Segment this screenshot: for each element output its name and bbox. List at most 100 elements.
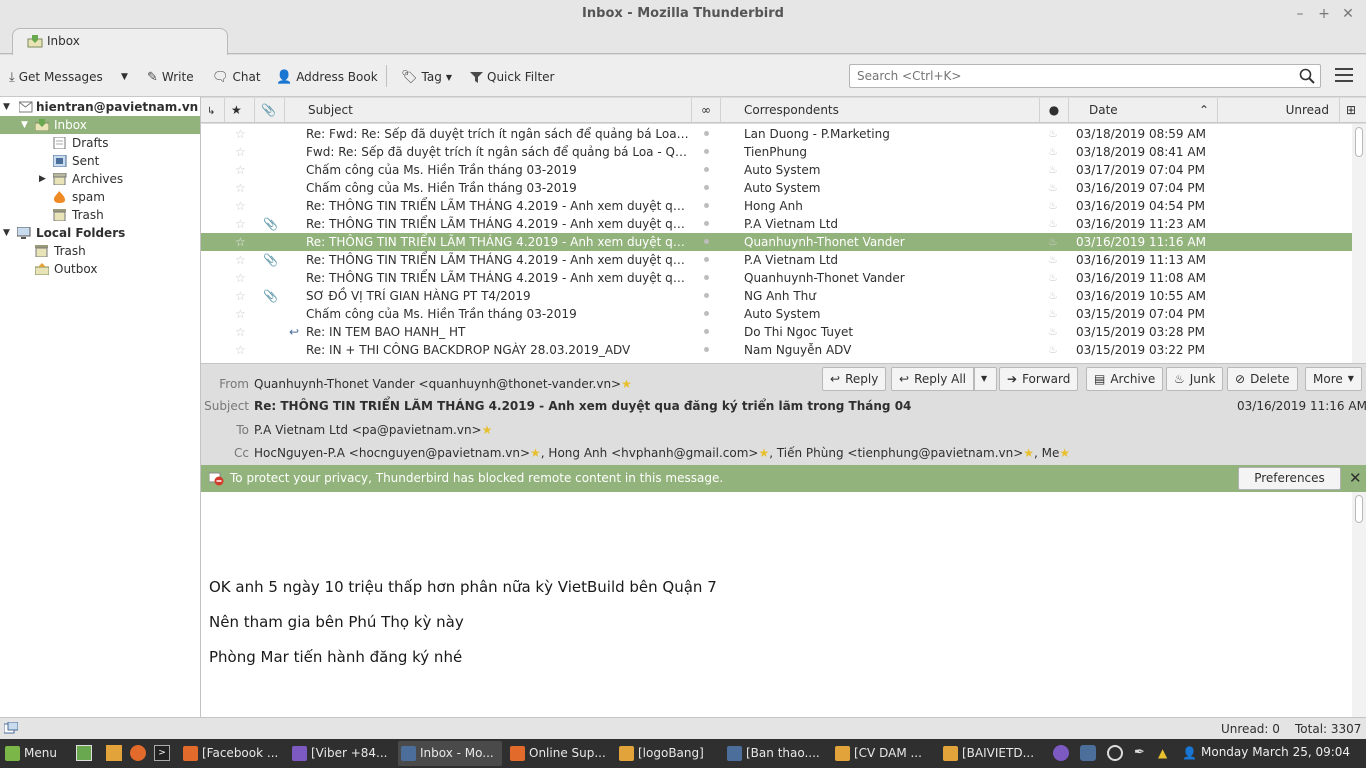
archive-button[interactable]: ▤ Archive (1086, 367, 1164, 391)
read-status-icon[interactable] (704, 275, 709, 280)
folder-drafts[interactable]: Drafts (0, 134, 200, 152)
shield-icon[interactable] (1080, 745, 1096, 761)
table-row[interactable]: ☆ Re: THÔNG TIN TRIỂN LÃM THÁNG 4.2019 - … (201, 197, 1352, 215)
chat-button[interactable]: 🗨 Chat (212, 68, 261, 86)
folder-local-trash[interactable]: Trash (0, 242, 200, 260)
junk-status-icon[interactable]: ♨ (1048, 179, 1058, 197)
reply-all-dropdown[interactable]: ▼ (974, 367, 997, 391)
from-value[interactable]: Quanhuynh-Thonet Vander <quanhuynh@thone… (254, 377, 632, 391)
terminal-icon[interactable]: > (154, 745, 170, 761)
star-icon[interactable]: ☆ (235, 323, 246, 341)
junk-button[interactable]: ♨ Junk (1166, 367, 1224, 391)
taskbar-window-button[interactable]: Online Sup... (507, 741, 611, 766)
maximize-icon[interactable]: + (1314, 4, 1334, 24)
folder-archives[interactable]: ▶ Archives (0, 170, 200, 188)
table-row[interactable]: ☆ Re: IN + THI CÔNG BACKDROP NGÀY 28.03.2… (201, 341, 1352, 359)
get-messages-button[interactable]: ⤓ Get Messages (9, 68, 103, 86)
search-input[interactable] (857, 65, 1277, 87)
table-row[interactable]: ☆ 📎 SƠ ĐỒ VỊ TRÍ GIAN HÀNG PT T4/2019 NG An… (201, 287, 1352, 305)
read-status-icon[interactable] (704, 221, 709, 226)
reply-button[interactable]: ↩ Reply (822, 367, 887, 391)
expand-icon[interactable]: ▼ (3, 224, 13, 242)
address-book-button[interactable]: 👤 Address Book (276, 68, 378, 86)
junk-status-icon[interactable]: ♨ (1048, 305, 1058, 323)
reply-all-button[interactable]: ↩ Reply All (891, 367, 974, 391)
star-icon[interactable]: ☆ (235, 233, 246, 251)
files-icon[interactable] (106, 745, 122, 761)
junk-status-icon[interactable]: ♨ (1048, 251, 1058, 269)
pen-icon[interactable]: ✒ (1134, 745, 1150, 761)
unread-column-header[interactable]: Unread (1218, 98, 1340, 122)
close-icon[interactable]: ✕ (1338, 4, 1358, 24)
star-icon[interactable]: ☆ (235, 179, 246, 197)
subject-column-header[interactable]: Subject (285, 98, 692, 122)
taskbar-window-button[interactable]: [Ban thao.... (724, 741, 828, 766)
taskbar-window-button[interactable]: [Viber +84... (289, 741, 393, 766)
junk-status-icon[interactable]: ♨ (1048, 143, 1058, 161)
table-row[interactable]: ☆ Fwd: Re: Sếp đã duyệt trích ít ngân sác… (201, 143, 1352, 161)
junk-status-icon[interactable]: ♨ (1048, 125, 1058, 143)
expand-icon[interactable]: ▼ (3, 98, 13, 116)
star-column-icon[interactable]: ★ (225, 98, 255, 122)
star-icon[interactable]: ☆ (235, 341, 246, 359)
to-value[interactable]: P.A Vietnam Ltd <pa@pavietnam.vn>★ (254, 423, 492, 437)
minimize-icon[interactable]: – (1290, 4, 1310, 24)
table-row[interactable]: ☆ Re: THÔNG TIN TRIỂN LÃM THÁNG 4.2019 - … (201, 269, 1352, 287)
star-icon[interactable]: ★ (1023, 446, 1034, 460)
junk-status-icon[interactable]: ♨ (1048, 269, 1058, 287)
read-status-icon[interactable] (704, 347, 709, 352)
date-column-header[interactable]: Date ⌃ (1069, 98, 1218, 122)
read-status-icon[interactable] (704, 329, 709, 334)
star-icon[interactable]: ★ (758, 446, 769, 460)
junk-status-icon[interactable]: ♨ (1048, 161, 1058, 179)
user-icon[interactable]: 👤 (1182, 745, 1198, 761)
junk-status-icon[interactable]: ♨ (1048, 197, 1058, 215)
table-row[interactable]: ☆ ↩ Re: IN TEM BAO HANH_ HT Do Thi Ngoc Tuy… (201, 323, 1352, 341)
scrollbar-thumb[interactable] (1355, 495, 1363, 523)
search-icon[interactable] (1299, 68, 1315, 84)
folder-spam[interactable]: spam (0, 188, 200, 206)
junk-status-icon[interactable]: ♨ (1048, 323, 1058, 341)
column-picker-icon[interactable]: ⊞ (1340, 98, 1366, 122)
taskbar-window-button[interactable]: [CV DAM ... (832, 741, 936, 766)
star-icon[interactable]: ★ (621, 377, 632, 391)
taskbar-window-button[interactable]: Inbox - Mo... (398, 741, 502, 766)
read-status-icon[interactable] (704, 239, 709, 244)
scrollbar-thumb[interactable] (1355, 127, 1363, 157)
quick-filter-button[interactable]: Quick Filter (470, 68, 554, 86)
star-icon[interactable]: ☆ (235, 161, 246, 179)
read-status-icon[interactable] (704, 185, 709, 190)
activity-icon[interactable] (4, 722, 18, 735)
clock[interactable]: Monday March 25, 09:04 (1201, 745, 1350, 759)
thread-scrollbar[interactable] (1352, 124, 1366, 363)
read-status-icon[interactable] (704, 203, 709, 208)
read-status-icon[interactable] (704, 167, 709, 172)
update-icon[interactable] (1107, 745, 1123, 761)
cc-value[interactable]: HocNguyen-P.A <hocnguyen@pavietnam.vn>★,… (254, 446, 1070, 460)
folder-outbox[interactable]: Outbox (0, 260, 200, 278)
table-row[interactable]: ☆ Re: Fwd: Re: Sếp đã duyệt trích ít ngân… (201, 125, 1352, 143)
star-icon[interactable]: ☆ (235, 269, 246, 287)
star-icon[interactable]: ★ (482, 423, 493, 437)
forward-button[interactable]: ➔ Forward (999, 367, 1079, 391)
star-icon[interactable]: ☆ (235, 251, 246, 269)
folder-inbox[interactable]: ▼ Inbox (0, 116, 200, 134)
star-icon[interactable]: ☆ (235, 287, 246, 305)
preferences-button[interactable]: Preferences (1238, 467, 1341, 490)
read-status-icon[interactable] (704, 149, 709, 154)
attachment-column-icon[interactable]: 📎 (255, 98, 285, 122)
star-icon[interactable]: ☆ (235, 143, 246, 161)
star-icon[interactable]: ★ (1059, 446, 1070, 460)
thread-column-icon[interactable]: ↳ (201, 98, 225, 122)
table-row[interactable]: ☆ 📎 Re: THÔNG TIN TRIỂN LÃM THÁNG 4.2019 -… (201, 215, 1352, 233)
read-column-icon[interactable]: ∞ (692, 98, 721, 122)
table-row[interactable]: ☆ 📎 Re: THÔNG TIN TRIỂN LÃM THÁNG 4.2019 -… (201, 251, 1352, 269)
taskbar-window-button[interactable]: [BAIVIETD... (940, 741, 1044, 766)
taskbar-window-button[interactable]: [Facebook ... (180, 741, 284, 766)
network-icon[interactable]: ▲ (1158, 745, 1174, 761)
read-status-icon[interactable] (704, 257, 709, 262)
table-row[interactable]: ☆ Chấm công của Ms. Hiền Trần tháng 03-20… (201, 179, 1352, 197)
folder-account[interactable]: ▼ hientran@pavietnam.vn (0, 98, 200, 116)
star-icon[interactable]: ☆ (235, 197, 246, 215)
expand-icon[interactable]: ▼ (21, 116, 31, 134)
